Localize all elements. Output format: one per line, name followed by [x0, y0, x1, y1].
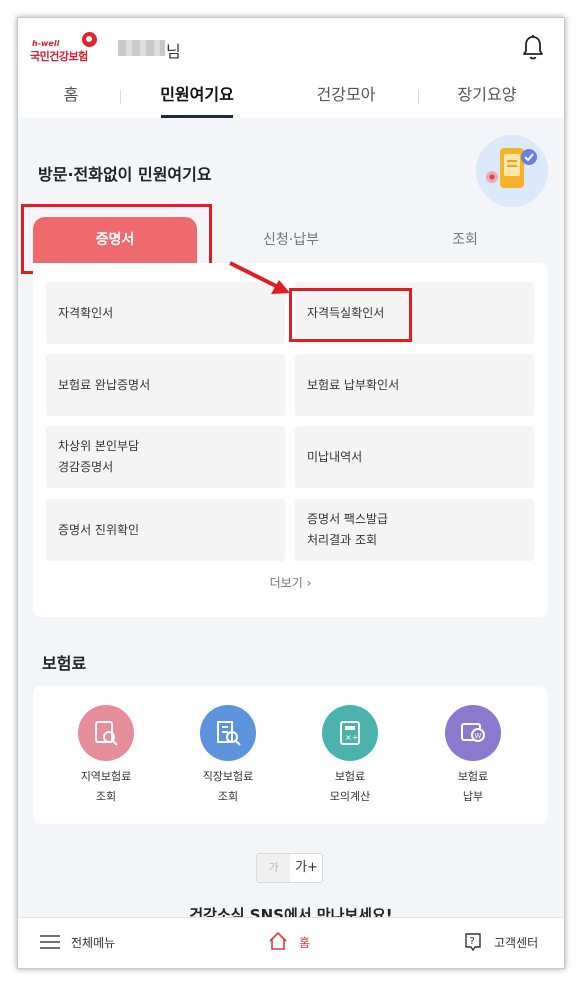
item-fax-result-inquiry[interactable]: 증명서 팩스발급 처리결과 조회	[295, 499, 534, 561]
more-label: 더보기	[269, 576, 303, 590]
svg-text:×÷: ×÷	[345, 733, 358, 742]
all-menu-label[interactable]: 전체메뉴	[71, 934, 115, 951]
logo-nhis-text: 국민건강보험	[30, 50, 88, 63]
tab-divider	[120, 90, 121, 104]
search-document-icon[interactable]	[78, 705, 134, 761]
label-line: 모의계산	[329, 790, 371, 803]
item-copay-reduction-certificate[interactable]: 차상위 본인부담 경감증명서	[46, 426, 285, 488]
annotation-arrow-icon	[229, 261, 290, 294]
civil-section-title: 방문·전화없이 민원여기요	[38, 165, 212, 184]
bell-icon[interactable]	[521, 34, 545, 62]
item-unpaid-statement[interactable]: 미납내역서	[295, 426, 534, 488]
building-search-icon[interactable]	[200, 705, 256, 761]
segment-inquiry[interactable]: 조회	[398, 217, 532, 263]
highlight-box-target-item	[289, 288, 412, 342]
label-line: 보험료	[334, 770, 366, 783]
label-line: 직장보험료	[202, 770, 254, 783]
premium-payment-label[interactable]: 보험료 납부	[418, 767, 528, 807]
home-label[interactable]: 홈	[299, 934, 310, 951]
label-line: 조회	[95, 790, 117, 803]
font-size-large-button[interactable]: 가+	[290, 854, 323, 882]
item-premium-payment-confirmation[interactable]: 보험료 납부확인서	[295, 354, 534, 416]
user-suffix: 님	[166, 42, 181, 61]
tab-divider	[418, 90, 419, 104]
label-line: 조회	[217, 790, 239, 803]
premium-simulation-label[interactable]: 보험료 모의계산	[295, 767, 405, 807]
help-icon[interactable]: ?	[464, 932, 482, 952]
label-line: 지역보험료	[80, 770, 132, 783]
font-size-small-button[interactable]: 가	[257, 854, 290, 882]
insurance-section-title: 보험료	[42, 654, 87, 673]
logo-hwell-text: h-well	[32, 39, 60, 48]
phone-illustration-icon	[476, 135, 548, 207]
tab-long-term-care[interactable]: 장기요양	[432, 80, 542, 118]
regional-premium-inquiry-label[interactable]: 지역보험료 조회	[51, 767, 161, 807]
label-line: 납부	[462, 790, 484, 803]
logo-heart-icon	[81, 31, 98, 48]
phone-screen: h-well 국민건강보험 님 홈 민원여기요 건강모아 장기요양 방문·전화없…	[17, 17, 565, 969]
calculator-icon[interactable]: ×÷	[322, 705, 378, 761]
label-line: 보험료	[457, 770, 489, 783]
item-premium-paid-certificate[interactable]: 보험료 완납증명서	[46, 354, 285, 416]
hamburger-menu-icon[interactable]	[40, 934, 60, 950]
customer-center-label[interactable]: 고객센터	[494, 934, 538, 951]
active-tab-underline	[161, 115, 233, 118]
payment-card-icon[interactable]: W	[445, 705, 501, 761]
item-certificate-verification[interactable]: 증명서 진위확인	[46, 499, 285, 561]
chevron-right-icon: ›	[306, 576, 312, 590]
more-link[interactable]: 더보기 ›	[33, 574, 548, 591]
segment-apply-pay[interactable]: 신청·납부	[218, 217, 364, 263]
tab-civil-service[interactable]: 민원여기요	[142, 80, 252, 118]
svg-text:W: W	[475, 732, 482, 740]
tab-home[interactable]: 홈	[18, 80, 126, 118]
user-name-blurred	[118, 40, 165, 56]
workplace-premium-inquiry-label[interactable]: 직장보험료 조회	[173, 767, 283, 807]
tab-health-collection[interactable]: 건강모아	[291, 80, 401, 118]
bottom-navigation: 전체메뉴 홈 ? 고객센터	[18, 917, 564, 968]
svg-text:?: ?	[470, 936, 475, 947]
home-icon[interactable]	[268, 931, 288, 951]
